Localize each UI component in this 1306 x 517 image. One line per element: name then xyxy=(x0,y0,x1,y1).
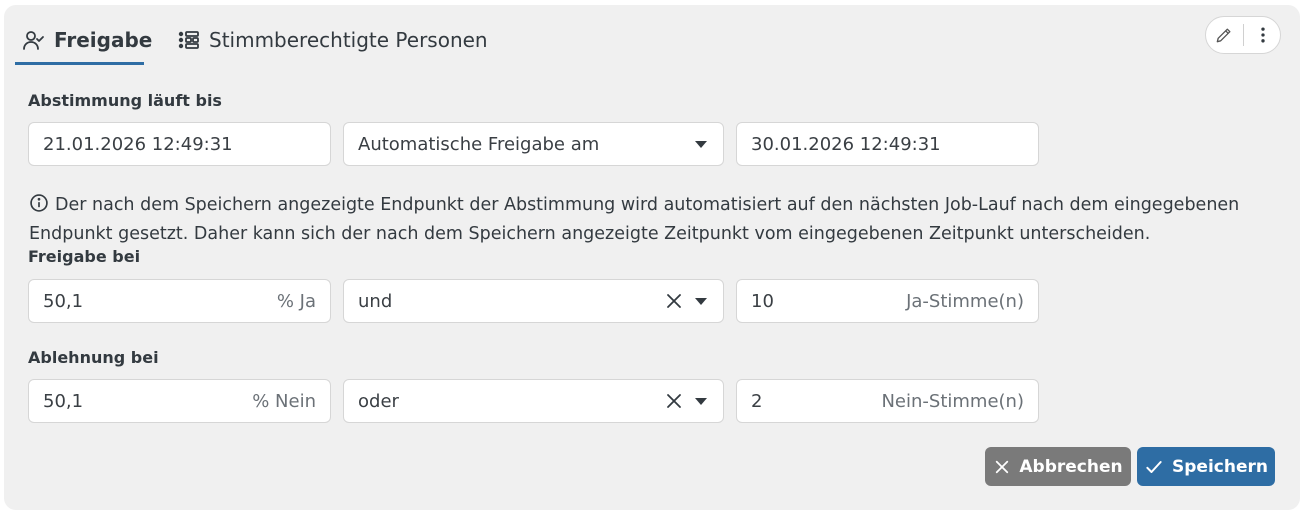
edit-button[interactable] xyxy=(1211,22,1237,48)
chevron-down-icon[interactable] xyxy=(695,140,707,148)
cancel-button[interactable]: Abbrechen xyxy=(985,447,1131,486)
rejection-percent-suffix: % Nein xyxy=(252,390,316,412)
info-text: Der nach dem Speichern angezeigte Endpun… xyxy=(29,195,1240,244)
rejection-operator-select[interactable]: oder xyxy=(343,379,724,423)
clear-icon[interactable] xyxy=(663,390,685,412)
form-panel: Freigabe Stimmberechtigte Personen Absti… xyxy=(4,5,1300,510)
release-mode-select[interactable]: Automatische Freigabe am xyxy=(343,122,724,166)
rejection-label: Ablehnung bei xyxy=(28,348,159,367)
chevron-down-icon[interactable] xyxy=(695,397,707,405)
pencil-icon xyxy=(1216,28,1230,43)
tab-freigabe-label: Freigabe xyxy=(54,28,153,52)
approval-operator-select[interactable]: und xyxy=(343,279,724,323)
approval-percent-input[interactable]: 50,1 % Ja xyxy=(28,279,331,323)
divider xyxy=(1242,24,1244,46)
clear-icon[interactable] xyxy=(663,290,685,312)
tab-stimm-label: Stimmberechtigte Personen xyxy=(209,28,488,52)
rejection-percent-input[interactable]: 50,1 % Nein xyxy=(28,379,331,423)
voting-end-label: Abstimmung läuft bis xyxy=(28,91,222,110)
release-date-value: 30.01.2026 12:49:31 xyxy=(751,133,941,155)
approval-percent-value: 50,1 xyxy=(43,290,84,312)
check-icon xyxy=(1146,460,1162,473)
rejection-votes-input[interactable]: 2 Nein-Stimme(n) xyxy=(736,379,1039,423)
approval-votes-value: 10 xyxy=(751,290,774,312)
release-date-input[interactable]: 30.01.2026 12:49:31 xyxy=(736,122,1039,166)
user-check-icon xyxy=(23,31,44,50)
header-actions xyxy=(1205,16,1281,54)
save-button-label: Speichern xyxy=(1172,456,1268,477)
close-icon xyxy=(996,460,1009,473)
rejection-votes-suffix: Nein-Stimme(n) xyxy=(881,390,1024,412)
approval-percent-suffix: % Ja xyxy=(276,290,316,312)
more-options-button[interactable] xyxy=(1250,22,1276,48)
tab-stimmberechtigte-personen[interactable]: Stimmberechtigte Personen xyxy=(177,19,488,61)
rejection-operator-value: oder xyxy=(358,390,399,412)
chevron-down-icon[interactable] xyxy=(695,297,707,305)
tab-freigabe[interactable]: Freigabe xyxy=(22,19,152,61)
approval-operator-value: und xyxy=(358,290,393,312)
voting-end-date-value: 21.01.2026 12:49:31 xyxy=(43,133,233,155)
cancel-button-label: Abbrechen xyxy=(1019,456,1123,477)
rejection-votes-value: 2 xyxy=(751,390,763,412)
active-tab-indicator xyxy=(15,62,144,65)
approval-label: Freigabe bei xyxy=(28,247,141,266)
rejection-percent-value: 50,1 xyxy=(43,390,84,412)
save-button[interactable]: Speichern xyxy=(1137,447,1275,486)
info-icon xyxy=(30,194,48,212)
release-mode-value: Automatische Freigabe am xyxy=(358,133,600,155)
approval-votes-suffix: Ja-Stimme(n) xyxy=(906,290,1024,312)
voting-end-date-input[interactable]: 21.01.2026 12:49:31 xyxy=(28,122,331,166)
info-message: Der nach dem Speichern angezeigte Endpun… xyxy=(29,191,1249,249)
approval-votes-input[interactable]: 10 Ja-Stimme(n) xyxy=(736,279,1039,323)
vertical-dots-icon xyxy=(1260,27,1265,43)
list-icon xyxy=(178,31,199,49)
